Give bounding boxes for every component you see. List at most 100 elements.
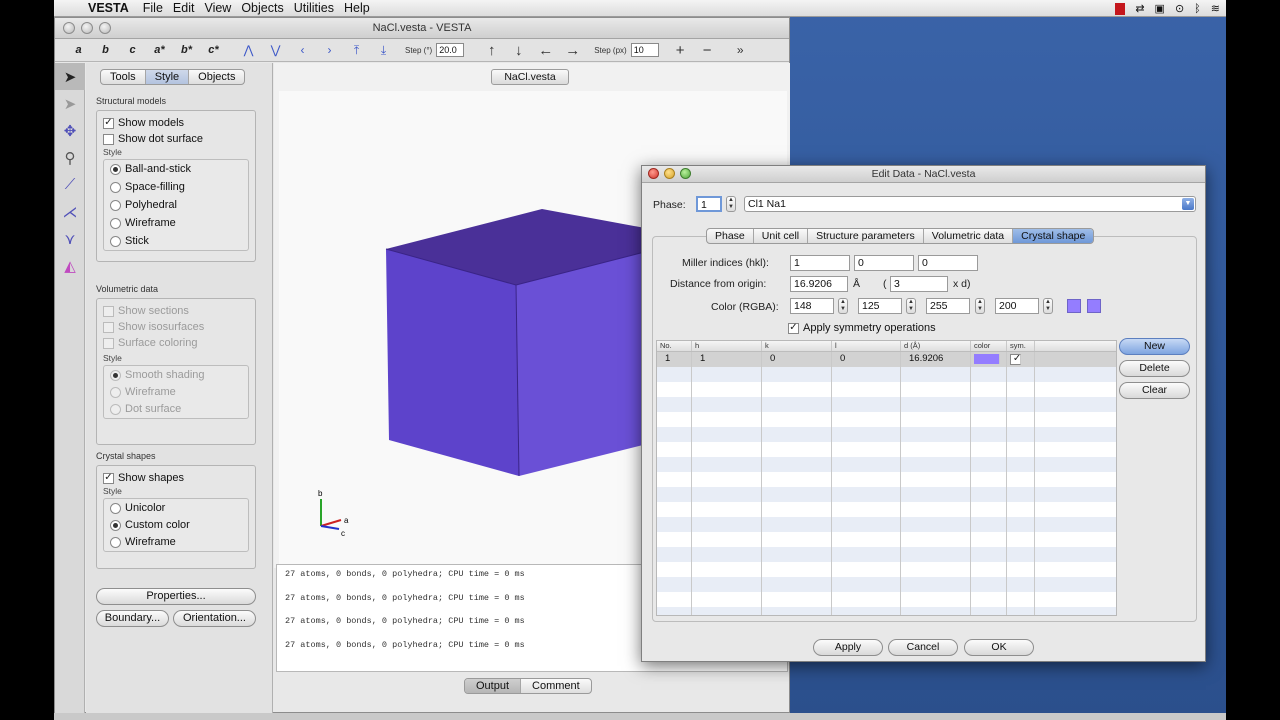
table-empty-row[interactable]: [657, 472, 1116, 487]
radio-custom-color[interactable]: Custom color: [104, 517, 248, 533]
view-along-c-star-button[interactable]: c*: [200, 44, 227, 56]
new-face-button[interactable]: New: [1119, 338, 1190, 355]
show-models-checkbox[interactable]: ✓ Show models: [97, 115, 255, 131]
app-menu[interactable]: VESTA: [88, 1, 143, 15]
view-along-b-button[interactable]: b: [92, 44, 119, 56]
translate-up-icon[interactable]: ↑: [478, 42, 505, 59]
translate-down-icon[interactable]: ↓: [505, 42, 532, 59]
menu-view[interactable]: View: [204, 1, 241, 15]
col-no[interactable]: No.: [657, 341, 692, 351]
row-sym-checkbox[interactable]: ✓: [1010, 353, 1021, 365]
cell-color[interactable]: [971, 352, 1007, 367]
tab-tools[interactable]: Tools: [101, 70, 146, 84]
show-shapes-checkbox[interactable]: ✓ Show shapes: [97, 470, 255, 486]
radio-volumetric-wireframe[interactable]: Wireframe: [104, 384, 248, 400]
distance-input[interactable]: 16.9206: [790, 276, 848, 292]
color-r-stepper[interactable]: ▲ ▼: [838, 298, 848, 314]
radio-dot-surface[interactable]: Dot surface: [104, 401, 248, 417]
ok-button[interactable]: OK: [964, 639, 1034, 656]
menu-file[interactable]: File: [143, 1, 173, 15]
bluetooth-icon[interactable]: ᛒ: [1194, 3, 1201, 15]
color-swatch[interactable]: [1067, 299, 1081, 313]
time-machine-icon[interactable]: ⊙: [1175, 2, 1184, 15]
table-empty-row[interactable]: [657, 397, 1116, 412]
radio-polyhedral[interactable]: Polyhedral: [104, 197, 248, 213]
dihedral-tool-icon[interactable]: ⋎: [55, 225, 85, 252]
tab-comment[interactable]: Comment: [521, 679, 591, 693]
col-l[interactable]: l: [832, 341, 901, 351]
boundary-button[interactable]: Boundary...: [96, 610, 169, 627]
color-g-input[interactable]: 125: [858, 298, 902, 314]
radio-unicolor[interactable]: Unicolor: [104, 500, 248, 516]
menu-utilities[interactable]: Utilities: [294, 1, 344, 15]
view-along-b-star-button[interactable]: b*: [173, 44, 200, 56]
orientation-button[interactable]: Orientation...: [173, 610, 256, 627]
table-empty-row[interactable]: [657, 502, 1116, 517]
color-b-stepper[interactable]: ▲ ▼: [975, 298, 985, 314]
show-sections-checkbox[interactable]: Show sections: [97, 303, 255, 319]
surface-coloring-checkbox[interactable]: Surface coloring: [97, 335, 255, 351]
dialog-minimize-icon[interactable]: [664, 168, 675, 179]
apply-symmetry-checkbox[interactable]: ✓ Apply symmetry operations: [782, 320, 936, 336]
translate-right-icon[interactable]: →: [559, 42, 586, 59]
translate-tool-icon[interactable]: ✥: [55, 117, 85, 144]
rotate-down-icon[interactable]: ⋁: [262, 43, 289, 57]
apply-button[interactable]: Apply: [813, 639, 883, 656]
phase-dropdown-icon[interactable]: ▼: [1182, 198, 1194, 210]
rotate-up-icon[interactable]: ⋀: [235, 43, 262, 57]
wifi-icon[interactable]: ≋: [1211, 2, 1220, 15]
menu-objects[interactable]: Objects: [241, 1, 293, 15]
magnify-tool-icon[interactable]: ⚲: [55, 144, 85, 171]
radio-stick[interactable]: Stick: [104, 233, 248, 249]
table-empty-row[interactable]: [657, 532, 1116, 547]
close-window-icon[interactable]: [63, 22, 75, 34]
cancel-button[interactable]: Cancel: [888, 639, 958, 656]
translate-left-icon[interactable]: ←: [532, 42, 559, 59]
table-empty-row[interactable]: [657, 367, 1116, 382]
color-b-input[interactable]: 255: [926, 298, 970, 314]
view-along-a-star-button[interactable]: a*: [146, 44, 173, 56]
col-h[interactable]: h: [692, 341, 762, 351]
display-icon[interactable]: ▣: [1155, 2, 1165, 15]
table-empty-row[interactable]: [657, 517, 1116, 532]
col-k[interactable]: k: [762, 341, 832, 351]
table-row[interactable]: 1 1 0 0 16.9206 ✓: [657, 352, 1116, 367]
delete-face-button[interactable]: Delete: [1119, 360, 1190, 377]
tab-objects[interactable]: Objects: [189, 70, 244, 84]
radio-crystal-wireframe[interactable]: Wireframe: [104, 534, 248, 550]
col-color[interactable]: color: [971, 341, 1007, 351]
zoom-in-icon[interactable]: +: [667, 42, 694, 59]
d-multiplier-input[interactable]: 3: [890, 276, 948, 292]
color-a-input[interactable]: 200: [995, 298, 1039, 314]
crystal-faces-table[interactable]: No. h k l d (Å) color sym. 1 1 0 0 16.92…: [656, 340, 1117, 616]
phase-stepper[interactable]: ▲ ▼: [726, 196, 736, 212]
dialog-zoom-icon[interactable]: [680, 168, 691, 179]
minimize-window-icon[interactable]: [81, 22, 93, 34]
color-picker-swatch[interactable]: [1087, 299, 1101, 313]
table-empty-row[interactable]: [657, 592, 1116, 607]
cell-sym[interactable]: ✓: [1007, 352, 1035, 367]
rotate-ccw-icon[interactable]: ⤒: [343, 43, 370, 58]
toolbar-overflow-icon[interactable]: »: [727, 43, 754, 57]
tab-crystal-shape[interactable]: Crystal shape: [1013, 229, 1094, 243]
status-red-icon[interactable]: [1115, 2, 1126, 15]
tab-volumetric-data[interactable]: Volumetric data: [924, 229, 1014, 243]
table-empty-row[interactable]: [657, 382, 1116, 397]
polyhedron-tool-icon[interactable]: ◭: [55, 252, 85, 279]
tab-structure-parameters[interactable]: Structure parameters: [808, 229, 924, 243]
tab-phase[interactable]: Phase: [707, 229, 754, 243]
table-empty-row[interactable]: [657, 607, 1116, 615]
table-empty-row[interactable]: [657, 577, 1116, 592]
clear-faces-button[interactable]: Clear: [1119, 382, 1190, 399]
tab-output[interactable]: Output: [465, 679, 522, 693]
distance-tool-icon[interactable]: ⟋: [55, 171, 85, 198]
zoom-window-icon[interactable]: [99, 22, 111, 34]
rotate-right-icon[interactable]: ›: [316, 43, 343, 57]
angle-tool-icon[interactable]: ⋌: [55, 198, 85, 225]
row-color-swatch[interactable]: [974, 354, 1000, 364]
table-empty-row[interactable]: [657, 562, 1116, 577]
radio-space-filling[interactable]: Space-filling: [104, 179, 248, 195]
view-tab-nacl[interactable]: NaCl.vesta: [491, 69, 569, 85]
phase-select[interactable]: Cl1 Na1 ▼: [744, 196, 1196, 212]
tab-style[interactable]: Style: [145, 70, 190, 84]
